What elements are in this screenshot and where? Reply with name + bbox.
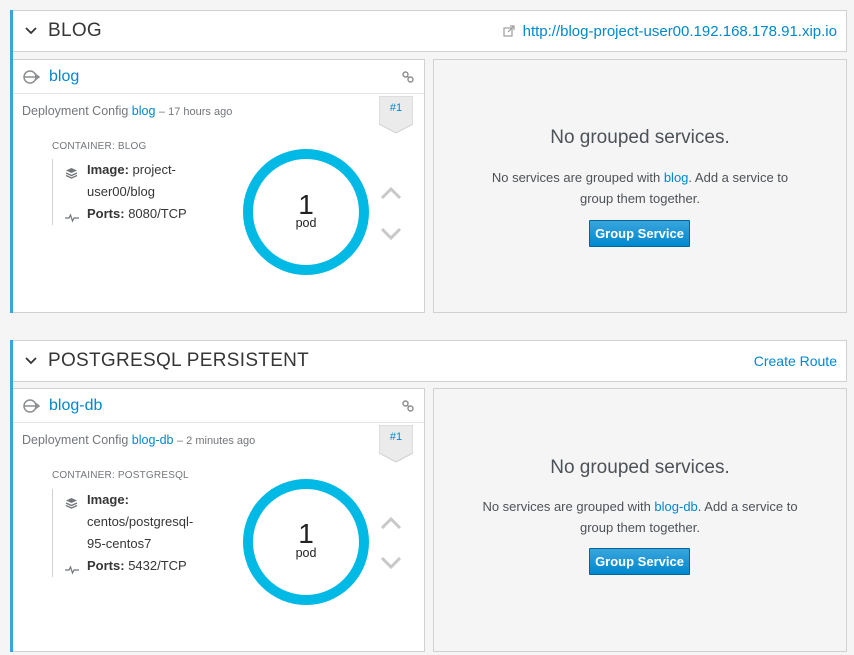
dc-age: – 2 minutes ago <box>176 435 256 447</box>
pulse-icon <box>65 560 79 582</box>
container-details: Image: centos/postgresql- 95-centos7 Por… <box>52 489 193 577</box>
service-icon <box>22 398 42 414</box>
image-value-cont: centos/postgresql- <box>87 514 194 529</box>
external-link-icon <box>503 25 515 37</box>
chevron-down-icon[interactable] <box>25 25 37 37</box>
image-value-cont: user00/blog <box>87 184 155 199</box>
desc-text: No services are grouped with <box>482 499 651 514</box>
pod-label: pod <box>295 546 317 560</box>
revision-badge[interactable]: #1 <box>378 95 414 134</box>
app-title[interactable]: BLOG <box>48 20 102 42</box>
no-grouped-title: No grouped services. <box>550 457 730 478</box>
deployment-config-line: Deployment Config blog – 17 hours ago <box>22 104 232 118</box>
revision-number[interactable]: #1 <box>379 431 413 443</box>
ports-row: Ports: 8080/TCP <box>65 203 187 225</box>
app-title[interactable]: POSTGRESQL PERSISTENT <box>48 350 309 372</box>
ports-row: Ports: 5432/TCP <box>65 555 193 577</box>
desc-text: No services are grouped with <box>491 170 661 185</box>
ports-label: Ports: <box>87 558 125 573</box>
desc-text-end: group them together. <box>580 191 700 206</box>
app-section-postgresql: POSTGRESQL PERSISTENT Create Route blog-… <box>0 330 854 655</box>
image-value: project- <box>132 162 176 177</box>
dc-prefix: Deployment Config <box>22 104 129 118</box>
layers-icon <box>65 164 78 186</box>
container-label: CONTAINER: POSTGRESQL <box>52 470 189 481</box>
image-row: Image: centos/postgresql- 95-centos7 <box>65 489 193 555</box>
service-card: blog-db Deployment Config blog-db – 2 mi… <box>13 388 425 652</box>
route-url[interactable]: http://blog-project-user00.192.168.178.9… <box>523 23 837 40</box>
pulse-icon <box>65 208 79 230</box>
image-label: Image: <box>87 492 129 507</box>
desc-text-cont: . Add a service <box>697 499 784 514</box>
group-service-button[interactable]: Group Service <box>589 220 690 247</box>
chevron-up-icon[interactable] <box>380 186 402 200</box>
image-value-end: 95-centos7 <box>87 536 152 551</box>
layers-icon <box>65 494 78 516</box>
deployment-config-line: Deployment Config blog-db – 2 minutes ag… <box>22 433 255 447</box>
revision-badge[interactable]: #1 <box>378 424 414 463</box>
dc-name-link[interactable]: blog <box>132 104 156 118</box>
app-header: BLOG http://blog-project-user00.192.168.… <box>13 10 847 52</box>
image-label: Image: <box>87 162 129 177</box>
chevron-down-icon[interactable] <box>380 227 402 241</box>
grouped-services-panel: No grouped services. No services are gro… <box>433 59 847 313</box>
create-route-link[interactable]: Create Route <box>754 353 837 369</box>
link-icon[interactable] <box>402 399 414 412</box>
image-row: Image: project- user00/blog <box>65 159 187 203</box>
no-grouped-description: No services are grouped with blog. Add a… <box>474 167 806 209</box>
dc-name-link[interactable]: blog-db <box>132 433 174 447</box>
chevron-up-icon[interactable] <box>380 516 402 530</box>
ports-value: 8080/TCP <box>128 206 187 221</box>
chevron-down-icon[interactable] <box>380 556 402 570</box>
app-section-blog: BLOG http://blog-project-user00.192.168.… <box>0 0 854 320</box>
ports-value: 5432/TCP <box>128 558 187 573</box>
service-name-link[interactable]: blog-db <box>49 397 102 415</box>
desc-service-link[interactable]: blog-db <box>654 499 697 514</box>
container-label: CONTAINER: BLOG <box>52 141 147 152</box>
service-icon <box>22 69 42 85</box>
ports-label: Ports: <box>87 206 125 221</box>
service-card-header: blog-db <box>13 389 424 423</box>
app-header: POSTGRESQL PERSISTENT Create Route <box>13 340 847 382</box>
pod-label: pod <box>295 216 317 230</box>
service-card-header: blog <box>13 60 424 94</box>
desc-service-link[interactable]: blog <box>664 170 689 185</box>
revision-number[interactable]: #1 <box>379 102 413 114</box>
no-grouped-title: No grouped services. <box>550 127 730 148</box>
service-name-link[interactable]: blog <box>49 68 79 86</box>
link-icon[interactable] <box>402 70 414 83</box>
dc-prefix: Deployment Config <box>22 433 129 447</box>
dc-age: – 17 hours ago <box>158 106 233 118</box>
chevron-down-icon[interactable] <box>25 355 37 367</box>
service-card: blog Deployment Config blog – 17 hours a… <box>13 59 425 313</box>
no-grouped-description: No services are grouped with blog-db. Ad… <box>474 496 806 538</box>
desc-text-cont: . Add a service to <box>688 170 789 185</box>
group-service-button[interactable]: Group Service <box>589 548 690 575</box>
route-link[interactable]: http://blog-project-user00.192.168.178.9… <box>503 23 837 40</box>
grouped-services-panel: No grouped services. No services are gro… <box>433 388 847 652</box>
container-details: Image: project- user00/blog Ports: 8080/… <box>52 159 187 225</box>
